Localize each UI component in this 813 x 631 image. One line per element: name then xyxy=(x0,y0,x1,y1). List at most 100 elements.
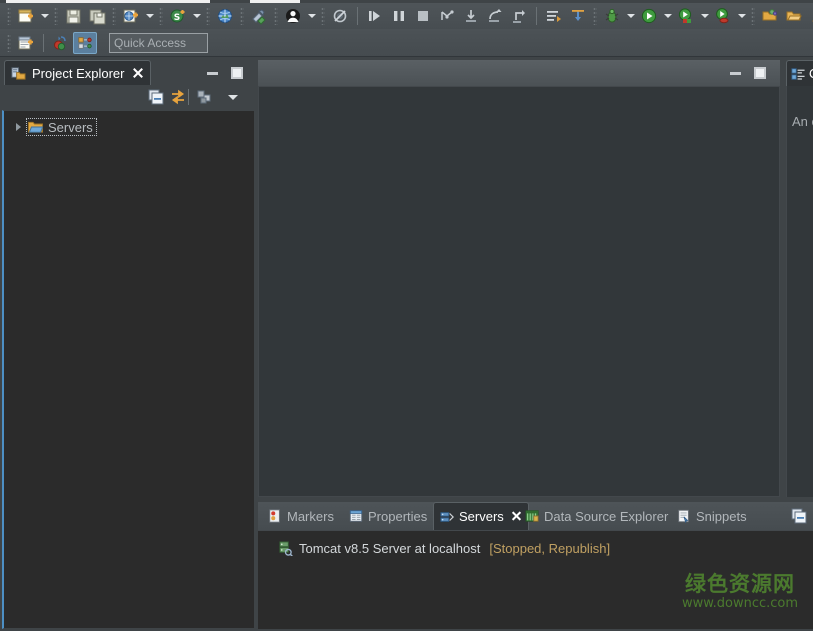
servers-icon xyxy=(440,510,454,524)
maximize-icon[interactable] xyxy=(229,65,245,81)
toolbar-grip[interactable] xyxy=(7,7,11,25)
debug-button[interactable] xyxy=(600,5,624,27)
project-explorer-toolbar xyxy=(2,85,255,110)
new-annotation-button[interactable] xyxy=(806,5,813,27)
toolbar-grip[interactable] xyxy=(112,7,116,25)
user-button[interactable] xyxy=(281,5,305,27)
tab-label: Snippets xyxy=(696,509,747,524)
disconnect-button[interactable] xyxy=(435,5,459,27)
tree-item-servers[interactable]: Servers xyxy=(10,117,97,137)
eclipse-workbench-window: S xyxy=(0,0,813,631)
toolbar-grip[interactable] xyxy=(54,7,58,25)
tab-label: Properties xyxy=(368,509,427,524)
new-wizard-dropdown[interactable] xyxy=(38,5,51,27)
last-edit-location-button[interactable] xyxy=(566,5,590,27)
open-perspective-button[interactable] xyxy=(73,32,97,54)
tab-label: O xyxy=(809,66,813,81)
toolbar-grip[interactable] xyxy=(593,7,597,25)
debug-dropdown[interactable] xyxy=(624,5,637,27)
status-badge: [Stopped, Republish] xyxy=(489,541,610,556)
new-server-dropdown[interactable] xyxy=(190,5,203,27)
new-wizard-button[interactable] xyxy=(14,5,38,27)
maximize-icon[interactable] xyxy=(752,65,768,81)
tab-data-source-explorer[interactable]: Data Source Explorer xyxy=(519,502,674,530)
save-all-button[interactable] xyxy=(85,5,109,27)
snippets-icon xyxy=(677,509,691,523)
outline-content[interactable]: An o xyxy=(786,86,813,497)
tab-label: Markers xyxy=(287,509,334,524)
tab-properties[interactable]: Properties xyxy=(343,502,433,530)
folder-icon xyxy=(28,120,43,134)
toolbar-grip[interactable] xyxy=(240,7,244,25)
properties-icon xyxy=(349,509,363,523)
bottom-panel: Markers Properties xyxy=(258,502,813,629)
skip-breakpoints-button[interactable] xyxy=(328,5,352,27)
toolbar-separator xyxy=(188,89,189,105)
run-dropdown[interactable] xyxy=(661,5,674,27)
run-button[interactable] xyxy=(637,5,661,27)
editor-tabbar xyxy=(258,60,780,86)
project-explorer-icon xyxy=(11,66,26,81)
tab-servers[interactable]: Servers xyxy=(433,502,529,530)
project-explorer-tree[interactable]: Servers xyxy=(2,110,255,629)
server-row-tomcat[interactable]: Tomcat v8.5 Server at localhost [Stopped… xyxy=(278,538,610,558)
minimize-icon[interactable] xyxy=(728,65,744,81)
step-over-button[interactable] xyxy=(483,5,507,27)
open-task-button[interactable] xyxy=(782,5,806,27)
suspend-button[interactable] xyxy=(387,5,411,27)
tab-project-explorer[interactable]: Project Explorer xyxy=(4,60,151,85)
tree-item-label: Servers xyxy=(48,120,93,135)
quick-access-input[interactable]: Quick Access xyxy=(109,33,208,53)
save-button[interactable] xyxy=(61,5,85,27)
view-filters-button[interactable] xyxy=(194,86,216,108)
toolbar-grip[interactable] xyxy=(274,7,278,25)
toolbar-grip[interactable] xyxy=(751,7,755,25)
minimize-icon[interactable] xyxy=(789,506,809,526)
toolbar-grip[interactable] xyxy=(159,7,163,25)
run-coverage-dropdown[interactable] xyxy=(698,5,711,27)
servers-list[interactable]: Tomcat v8.5 Server at localhost [Stopped… xyxy=(258,530,813,629)
project-explorer-tabbar: Project Explorer xyxy=(2,60,255,85)
open-type-button[interactable] xyxy=(758,5,782,27)
new-web-project-button[interactable] xyxy=(119,5,143,27)
view-menu-button[interactable] xyxy=(220,86,245,108)
run-ant-dropdown[interactable] xyxy=(735,5,748,27)
tab-label: Servers xyxy=(459,509,504,524)
tab-markers[interactable]: Markers xyxy=(262,502,340,530)
link-with-editor-button[interactable] xyxy=(167,86,189,108)
run-coverage-button[interactable] xyxy=(674,5,698,27)
new-java-button[interactable] xyxy=(49,32,73,54)
chevron-right-icon[interactable] xyxy=(10,119,26,135)
bottom-tabbar: Markers Properties xyxy=(258,502,813,530)
user-dropdown[interactable] xyxy=(305,5,318,27)
markers-icon xyxy=(268,509,282,523)
run-ant-button[interactable] xyxy=(711,5,735,27)
tab-snippets[interactable]: Snippets xyxy=(671,502,753,530)
main-toolbar: S xyxy=(0,3,813,29)
close-icon[interactable] xyxy=(132,67,144,79)
project-explorer-view: Project Explorer xyxy=(2,60,255,629)
outline-message: An o xyxy=(792,114,813,129)
new-jsp-button[interactable] xyxy=(14,32,38,54)
open-browser-button[interactable] xyxy=(213,5,237,27)
minimize-icon[interactable] xyxy=(205,65,221,81)
new-server-button[interactable]: S xyxy=(166,5,190,27)
terminate-button[interactable] xyxy=(411,5,435,27)
toolbar-grip[interactable] xyxy=(7,34,11,52)
step-into-button[interactable] xyxy=(459,5,483,27)
toolbar-grip[interactable] xyxy=(206,7,210,25)
outline-icon xyxy=(791,67,805,81)
tab-label: Project Explorer xyxy=(32,66,124,81)
next-annotation-button[interactable] xyxy=(542,5,566,27)
new-web-project-dropdown[interactable] xyxy=(143,5,156,27)
step-return-button[interactable] xyxy=(507,5,531,27)
editor-canvas[interactable] xyxy=(258,86,780,497)
workbench-body: Project Explorer xyxy=(0,58,813,631)
toolbar-grip[interactable] xyxy=(321,7,325,25)
tab-outline[interactable]: O xyxy=(786,60,813,86)
resume-button[interactable] xyxy=(363,5,387,27)
server-name-label: Tomcat v8.5 Server at localhost xyxy=(299,541,480,556)
editor-area xyxy=(258,60,780,497)
collapse-all-button[interactable] xyxy=(145,86,167,108)
external-tools-button[interactable] xyxy=(247,5,271,27)
